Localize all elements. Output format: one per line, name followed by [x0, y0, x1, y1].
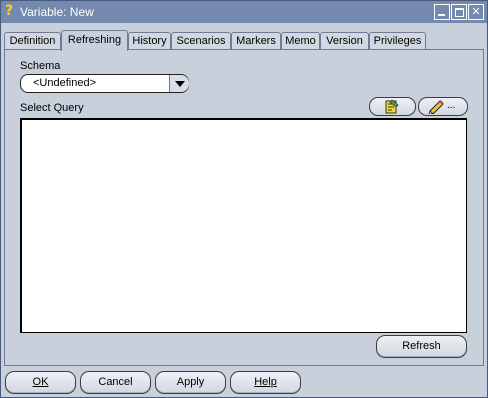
question-mark-icon: ? [5, 3, 14, 19]
title-bar[interactable]: ? Variable: New ✕ [1, 1, 487, 23]
minimize-icon [438, 14, 445, 16]
select-query-label: Select Query [20, 102, 84, 114]
schema-dropdown[interactable]: <Undefined> [20, 74, 189, 93]
tab-scenarios[interactable]: Scenarios [171, 32, 231, 50]
close-icon: ✕ [471, 5, 481, 18]
apply-button-label: Apply [176, 376, 205, 388]
close-button[interactable]: ✕ [468, 4, 484, 20]
schema-value: <Undefined> [33, 77, 96, 89]
tab-markers[interactable]: Markers [231, 32, 281, 50]
tab-definition[interactable]: Definition [4, 32, 61, 50]
pencil-icon [428, 100, 444, 114]
help-button[interactable]: Help [230, 371, 301, 394]
schema-label: Schema [20, 60, 61, 72]
refresh-button[interactable]: Refresh [376, 335, 467, 358]
ok-button-label: OK [32, 376, 49, 388]
cancel-button-label: Cancel [98, 376, 133, 388]
refreshing-panel: Schema <Undefined> Select Query ... Refr… [4, 49, 484, 366]
variable-dialog: ? Variable: New ✕ Definition Refreshing … [0, 0, 488, 398]
maximize-icon [455, 8, 464, 17]
open-query-button[interactable] [369, 97, 416, 116]
tab-memo[interactable]: Memo [281, 32, 320, 50]
window-title: Variable: New [20, 5, 94, 19]
edit-query-button[interactable]: ... [418, 97, 468, 116]
edit-query-ellipsis: ... [447, 100, 456, 111]
cancel-button[interactable]: Cancel [80, 371, 151, 394]
minimize-button[interactable] [434, 4, 450, 20]
help-button-label: Help [254, 376, 277, 388]
tab-history[interactable]: History [128, 32, 171, 50]
apply-button[interactable]: Apply [155, 371, 226, 394]
ok-button[interactable]: OK [5, 371, 76, 394]
tab-refreshing[interactable]: Refreshing [61, 30, 128, 51]
notepad-icon [385, 99, 399, 114]
select-query-editor[interactable] [20, 118, 467, 333]
chevron-down-icon[interactable] [169, 75, 189, 92]
tab-privileges[interactable]: Privileges [369, 32, 426, 50]
maximize-button[interactable] [451, 4, 467, 20]
tab-version[interactable]: Version [320, 32, 369, 50]
